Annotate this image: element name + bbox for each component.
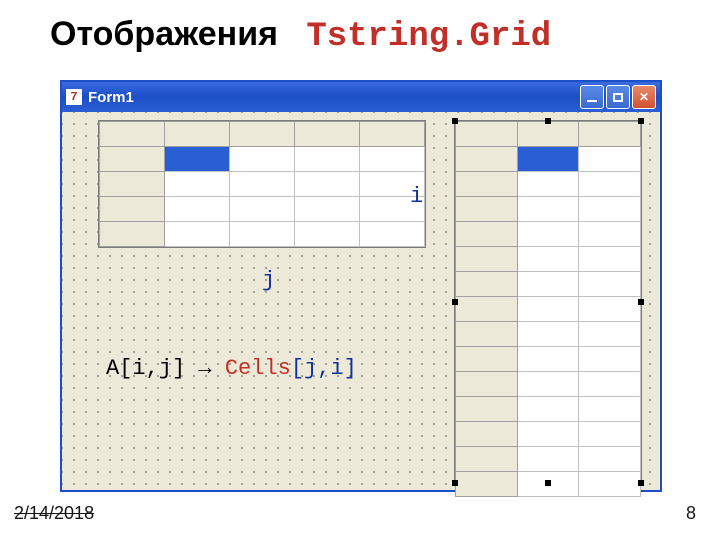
minimize-button[interactable] bbox=[580, 85, 604, 109]
mapping-formula: A[i,j] → Cells[j,i] bbox=[106, 356, 357, 381]
string-grid-left[interactable] bbox=[98, 120, 426, 248]
grid-table-right bbox=[455, 121, 641, 497]
grid-table-left bbox=[99, 121, 425, 247]
window-controls bbox=[580, 85, 656, 109]
resize-handle-w[interactable] bbox=[452, 299, 458, 305]
string-grid-right[interactable] bbox=[454, 120, 642, 484]
form-window: 7 Form1 bbox=[60, 80, 662, 492]
resize-handle-e[interactable] bbox=[638, 299, 644, 305]
label-i: i bbox=[410, 184, 423, 209]
close-button[interactable] bbox=[632, 85, 656, 109]
footer-page-number: 8 bbox=[686, 503, 696, 524]
slide-title: Отображения Tstring.Grid bbox=[50, 15, 551, 56]
formula-rhs-name: Cells bbox=[225, 356, 291, 381]
resize-handle-se[interactable] bbox=[638, 480, 644, 486]
window-caption: Form1 bbox=[88, 89, 134, 106]
arrow-icon: → bbox=[185, 356, 225, 381]
title-right: Tstring.Grid bbox=[306, 18, 551, 56]
formula-rhs-args: [j,i] bbox=[291, 356, 357, 381]
resize-handle-n[interactable] bbox=[545, 118, 551, 124]
resize-handle-nw[interactable] bbox=[452, 118, 458, 124]
form-client-area: i j A[i,j] → Cells[j,i] bbox=[62, 112, 660, 490]
maximize-button[interactable] bbox=[606, 85, 630, 109]
selected-cell[interactable] bbox=[165, 147, 230, 172]
title-left: Отображения bbox=[50, 15, 278, 53]
window-titlebar[interactable]: 7 Form1 bbox=[62, 82, 660, 112]
resize-handle-sw[interactable] bbox=[452, 480, 458, 486]
formula-lhs: A[i,j] bbox=[106, 356, 185, 381]
resize-handle-s[interactable] bbox=[545, 480, 551, 486]
label-j: j bbox=[262, 268, 275, 293]
resize-handle-ne[interactable] bbox=[638, 118, 644, 124]
footer-date: 2/14/2018 bbox=[14, 503, 94, 524]
app-icon: 7 bbox=[66, 89, 82, 105]
selected-cell-right[interactable] bbox=[517, 147, 579, 172]
